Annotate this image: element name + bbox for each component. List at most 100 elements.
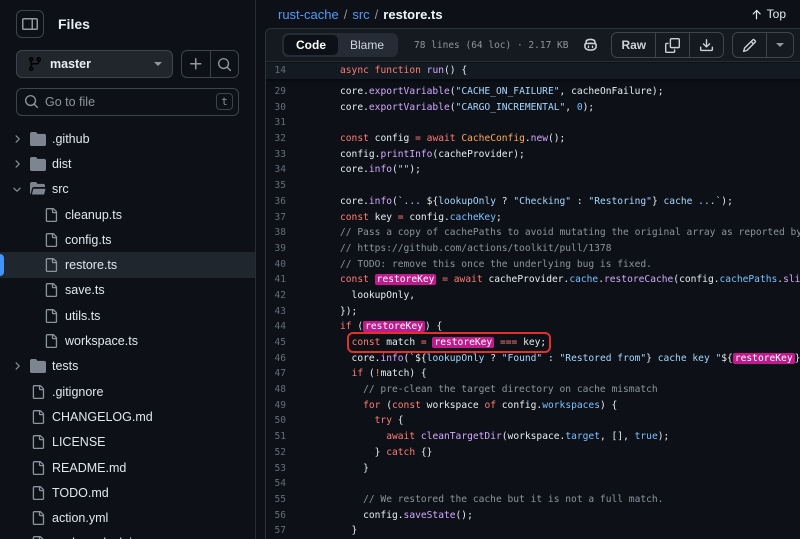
collapse-file-tree-button[interactable] [16,10,44,38]
branch-selector-button[interactable]: master [16,50,173,78]
file-name: workspace.ts [65,334,138,348]
line-number[interactable]: 36 [266,196,286,207]
code-line: 56 config.saveState(); [266,507,800,523]
line-number[interactable]: 48 [266,384,286,395]
code-line: 47 if (!match) { [266,366,800,382]
line-content: await cleanTargetDir(workspace.target, [… [340,431,669,442]
file-icon [30,410,46,424]
file-icon [43,334,59,348]
line-number[interactable]: 51 [266,431,286,442]
line-content: const restoreKey = await cacheProvider.c… [340,274,800,285]
tree-item-workspace.ts[interactable]: workspace.ts [0,328,255,353]
breadcrumb-repo-link[interactable]: rust-cache [278,7,339,22]
caret-down-icon [776,43,784,47]
line-number[interactable]: 47 [266,368,286,379]
line-number[interactable]: 35 [266,180,286,191]
line-number[interactable]: 29 [266,86,286,97]
file-name: restore.ts [65,258,117,272]
search-this-repo-button[interactable] [210,51,238,77]
code-line: 42 lookupOnly, [266,288,800,304]
line-number[interactable]: 45 [266,337,286,348]
tree-item-src[interactable]: src [0,177,255,202]
line-number[interactable]: 50 [266,415,286,426]
file-name: dist [52,157,71,171]
line-number[interactable]: 43 [266,306,286,317]
code-toolbar: Code Blame 78 lines (64 loc) · 2.17 KB R… [266,29,800,62]
line-number[interactable]: 30 [266,102,286,113]
tree-item-dist[interactable]: dist [0,151,255,176]
line-number[interactable]: 57 [266,525,286,536]
code-line: 55 // We restored the cache but it is no… [266,492,800,508]
back-to-top-link[interactable]: Top [750,7,786,21]
tree-item-cleanup.ts[interactable]: cleanup.ts [0,202,255,227]
raw-button[interactable]: Raw [612,33,655,57]
line-number[interactable]: 56 [266,510,286,521]
tree-item-CHANGELOG.md[interactable]: CHANGELOG.md [0,404,255,429]
line-number[interactable]: 32 [266,133,286,144]
file-name: CHANGELOG.md [52,410,153,424]
files-panel-icon [22,16,38,32]
line-number[interactable]: 33 [266,149,286,160]
tab-code[interactable]: Code [284,35,338,55]
line-number[interactable]: 52 [266,447,286,458]
breadcrumb-folder-link[interactable]: src [352,7,369,22]
tree-item-.github[interactable]: .github [0,126,255,151]
line-number[interactable]: 38 [266,227,286,238]
chevron-right-icon [10,133,24,145]
edit-file-button[interactable] [733,33,766,57]
line-content: const config = await CacheConfig.new(); [340,133,565,144]
chevron-right-icon [10,360,24,372]
sidebar-title: Files [58,16,90,32]
file-icon [30,511,46,525]
line-number[interactable]: 44 [266,321,286,332]
tree-item-package-lock.json[interactable]: package-lock.json [0,531,255,539]
tree-item-config.ts[interactable]: config.ts [0,227,255,252]
line-number[interactable]: 31 [266,117,286,128]
line-number[interactable]: 49 [266,400,286,411]
line-number[interactable]: 46 [266,353,286,364]
tree-item-README.md[interactable]: README.md [0,455,255,480]
code-line: 36core.info(`... ${lookupOnly ? "Checkin… [266,194,800,210]
line-number[interactable]: 39 [266,243,286,254]
download-button[interactable] [689,33,723,57]
copilot-button[interactable] [578,32,603,58]
line-content: if (!match) { [340,368,427,379]
tree-item-action.yml[interactable]: action.yml [0,505,255,530]
tree-item-.gitignore[interactable]: .gitignore [0,379,255,404]
folder-icon [30,358,46,374]
search-highlight: restoreKey [363,321,425,332]
tree-item-LICENSE[interactable]: LICENSE [0,430,255,455]
file-name: TODO.md [52,486,109,500]
line-content: } [340,525,357,536]
go-to-file-input[interactable] [16,88,239,116]
line-content: // We restored the cache but it is not a… [340,494,663,505]
tree-item-TODO.md[interactable]: TODO.md [0,480,255,505]
code-line: 51 await cleanTargetDir(workspace.target… [266,429,800,445]
copy-raw-button[interactable] [655,33,689,57]
shortcut-key-badge: t [216,93,233,110]
line-number[interactable]: 41 [266,274,286,285]
line-number[interactable]: 40 [266,259,286,270]
line-number[interactable]: 53 [266,463,286,474]
search-highlight: restoreKey [375,274,437,285]
line-number[interactable]: 37 [266,212,286,223]
tree-item-restore.ts[interactable]: restore.ts [0,252,255,277]
line-number[interactable]: 34 [266,164,286,175]
line-content: for (const workspace of config.workspace… [340,400,617,411]
line-number[interactable]: 42 [266,290,286,301]
file-name: utils.ts [65,309,100,323]
tree-item-tests[interactable]: tests [0,354,255,379]
file-icon [43,258,59,272]
line-number[interactable]: 55 [266,494,286,505]
annotation-box: const match = restoreKey === key; [352,337,547,348]
tree-item-save.ts[interactable]: save.ts [0,278,255,303]
edit-dropdown-button[interactable] [766,33,793,57]
branch-name: master [50,57,147,71]
file-tree: .github dist srccleanup.tsconfig.ts restore… [0,126,255,539]
tree-item-utils.ts[interactable]: utils.ts [0,303,255,328]
line-number[interactable]: 14 [266,65,286,76]
add-file-button[interactable] [182,51,210,77]
line-number[interactable]: 54 [266,478,286,489]
search-highlight: restoreKey [733,353,795,364]
tab-blame[interactable]: Blame [338,35,396,55]
